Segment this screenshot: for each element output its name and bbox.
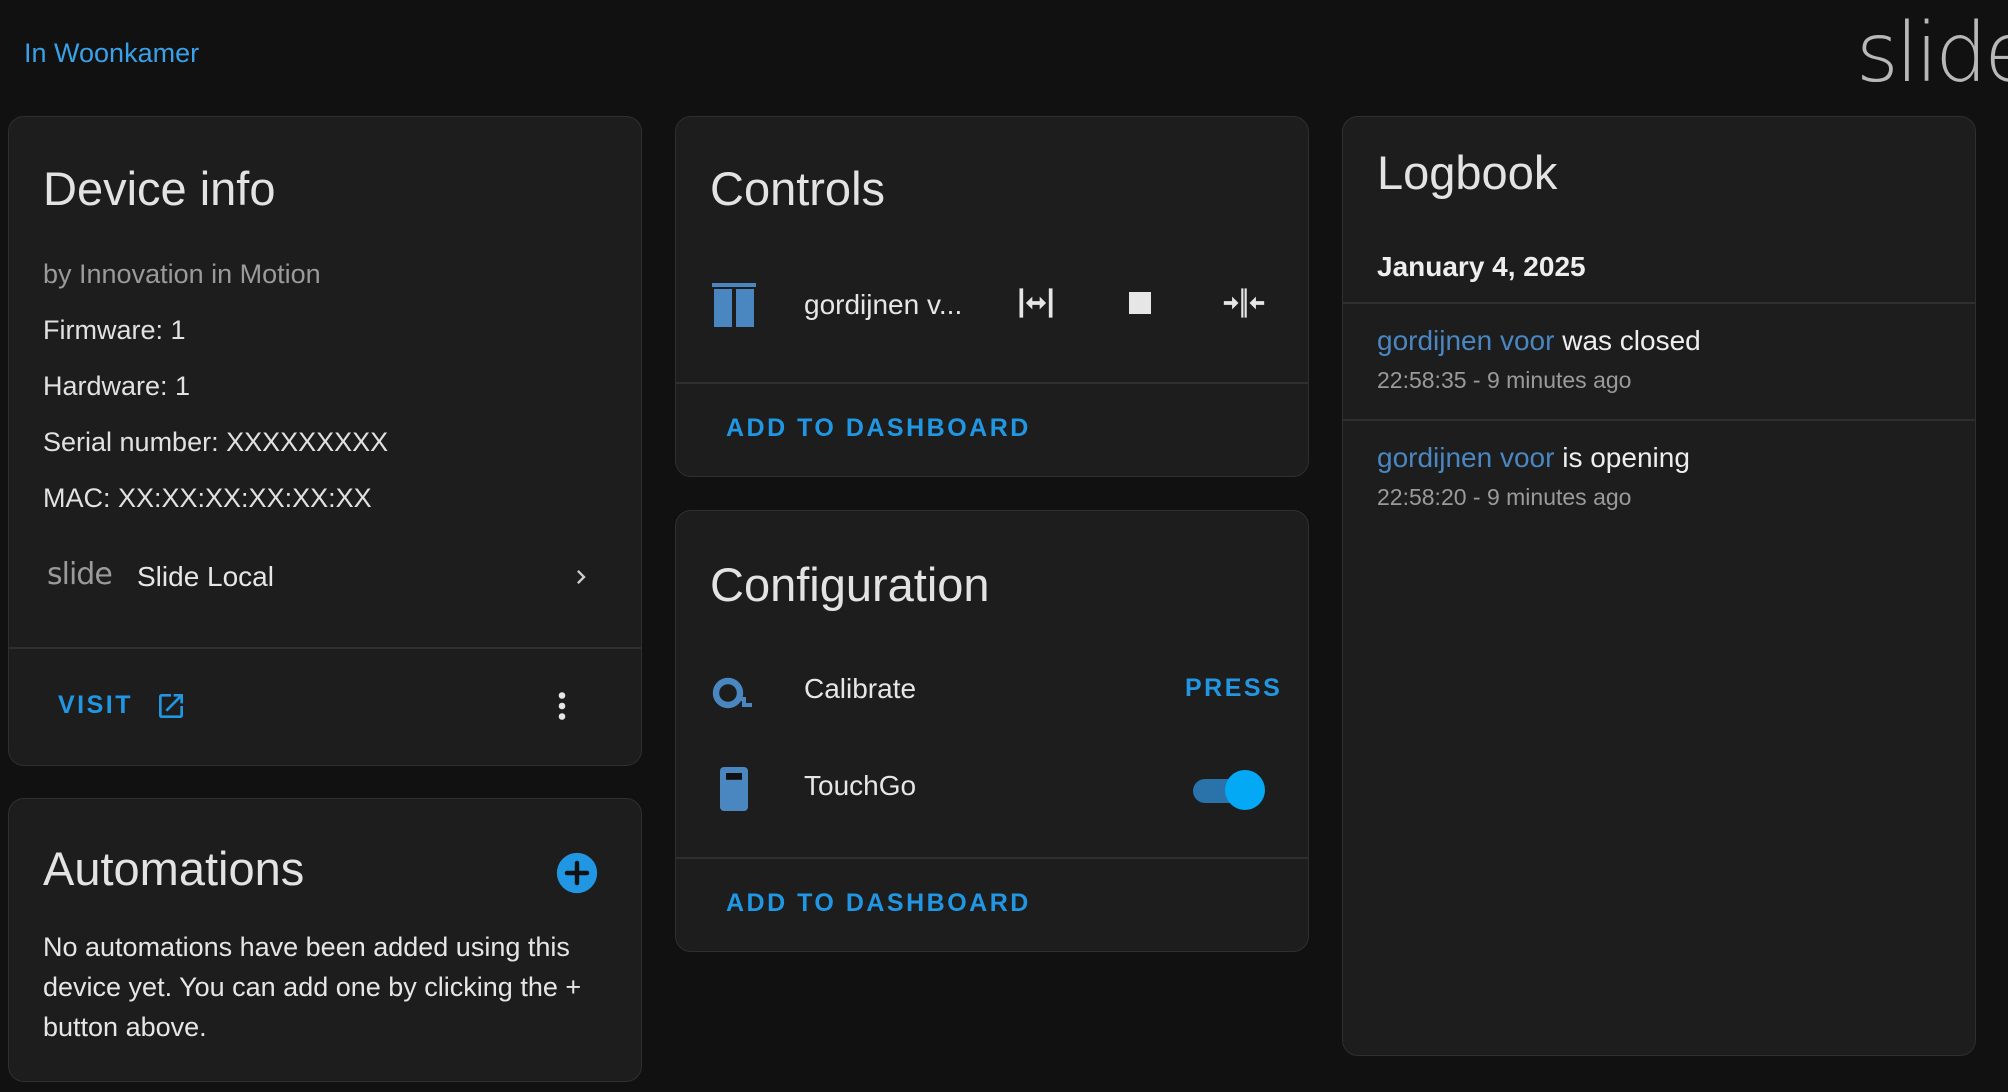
mac-address-text: MAC: XX:XX:XX:XX:XX:XX — [43, 483, 372, 513]
logbook-entry-message: gordijnen voor is opening — [1377, 442, 1690, 474]
controls-card: Controls gordijnen v... ADD TO DASHBOARD — [675, 116, 1309, 477]
calibrate-label: Calibrate — [804, 673, 917, 704]
configuration-add-to-dashboard-button[interactable]: ADD TO DASHBOARD — [726, 889, 1031, 918]
device-info-card: Device info by Innovation in Motion Firm… — [8, 116, 642, 766]
controls-add-to-dashboard-button[interactable]: ADD TO DASHBOARD — [726, 414, 1031, 443]
controls-divider — [676, 382, 1308, 384]
touchgo-icon — [720, 767, 748, 811]
open-cover-icon[interactable] — [1014, 281, 1058, 325]
logbook-card: Logbook January 4, 2025 gordijnen voor w… — [1342, 116, 1976, 1056]
add-automation-icon[interactable] — [555, 851, 599, 895]
device-info-title: Device info — [43, 162, 276, 215]
calibrate-icon — [712, 677, 752, 709]
calibrate-press-button[interactable]: PRESS — [1185, 674, 1282, 703]
stop-cover-icon[interactable] — [1118, 281, 1162, 325]
curtain-icon — [712, 283, 756, 327]
touchgo-toggle[interactable] — [1193, 769, 1265, 811]
chevron-right-icon — [577, 570, 586, 584]
logbook-entity-link[interactable]: gordijnen voor — [1377, 442, 1554, 473]
more-options-icon[interactable] — [544, 688, 580, 724]
curtain-entity-row[interactable]: gordijnen v... — [676, 267, 1308, 343]
logbook-entry-time: 22:58:35 - 9 minutes ago — [1377, 367, 1632, 393]
logbook-entity-link[interactable]: gordijnen voor — [1377, 325, 1554, 356]
logbook-entry-action: is opening — [1562, 442, 1690, 473]
logbook-entry: gordijnen voor is opening 22:58:20 - 9 m… — [1343, 420, 1975, 536]
visit-label: VISIT — [58, 691, 134, 719]
manufacturer-text: by Innovation in Motion — [43, 259, 321, 289]
configuration-title: Configuration — [710, 558, 990, 611]
integration-name: Slide Local — [137, 561, 274, 592]
brand-logo: slide — [1856, 6, 2008, 101]
touchgo-label: TouchGo — [804, 770, 917, 801]
configuration-divider — [676, 857, 1308, 859]
curtain-entity-name: gordijnen v... — [804, 289, 963, 320]
hardware-text: Hardware: 1 — [43, 371, 191, 401]
automations-title: Automations — [43, 842, 305, 895]
automations-empty-text: No automations have been added using thi… — [43, 932, 582, 1042]
logbook-entry-action: was closed — [1562, 325, 1701, 356]
serial-number-text: Serial number: XXXXXXXXX — [43, 427, 389, 457]
integration-logo: slide — [47, 557, 113, 592]
logbook-title: Logbook — [1377, 146, 1558, 199]
logbook-entry-message: gordijnen voor was closed — [1377, 325, 1701, 357]
device-info-divider — [9, 647, 641, 649]
logbook-entry-time: 22:58:20 - 9 minutes ago — [1377, 484, 1632, 510]
logbook-entry: gordijnen voor was closed 22:58:35 - 9 m… — [1343, 303, 1975, 419]
automations-card: Automations No automations have been add… — [8, 798, 642, 1082]
logbook-date: January 4, 2025 — [1377, 251, 1586, 282]
visit-button[interactable]: VISIT — [45, 677, 195, 733]
controls-title: Controls — [710, 162, 886, 215]
configuration-card: Configuration Calibrate PRESS TouchGo AD… — [675, 510, 1309, 952]
area-link[interactable]: In Woonkamer — [24, 38, 199, 69]
firmware-text: Firmware: 1 — [43, 315, 186, 345]
integration-row[interactable]: slide Slide Local — [9, 537, 641, 617]
touchgo-toggle-knob — [1225, 770, 1265, 810]
close-cover-icon[interactable] — [1222, 281, 1266, 325]
open-in-new-icon — [159, 694, 183, 718]
